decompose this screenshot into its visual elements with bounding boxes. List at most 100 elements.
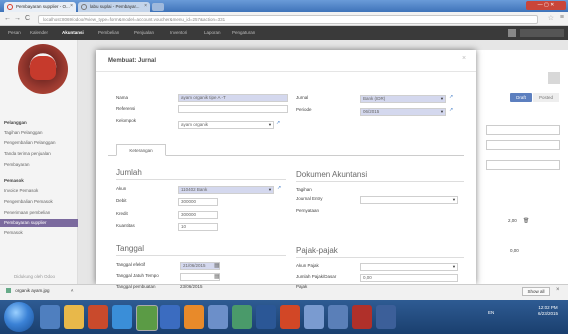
browser-menu-icon[interactable]: ≡ bbox=[560, 14, 564, 21]
background-amount: 0,00 bbox=[510, 248, 519, 253]
download-item[interactable]: organik ayam.jpg ˄ bbox=[6, 288, 74, 294]
pdf-icon[interactable] bbox=[352, 305, 372, 329]
nama-input[interactable]: ayam organik tipe A -T bbox=[178, 94, 288, 102]
sidebar-item[interactable]: Pemasok bbox=[4, 230, 23, 235]
debit-input[interactable]: 300000 bbox=[178, 198, 218, 206]
jurnal-select[interactable]: Bank (IDR) bbox=[360, 95, 446, 103]
akun-select[interactable]: 110402 Bank bbox=[178, 186, 274, 194]
calendar-icon[interactable]: ▦ bbox=[214, 273, 220, 280]
dropdown-arrow-icon[interactable]: ▼ bbox=[452, 264, 456, 269]
section-divider bbox=[296, 257, 464, 258]
sidebar-item[interactable]: Pengembalian Pelanggan bbox=[4, 140, 56, 145]
system-tray[interactable]: EN bbox=[488, 310, 494, 315]
field-label: Tanggal efektif bbox=[116, 262, 146, 267]
media-player-icon[interactable] bbox=[88, 305, 108, 329]
dropdown-arrow-icon[interactable]: ▼ bbox=[440, 109, 444, 114]
powered-by[interactable]: Didukung oleh Odoo bbox=[14, 274, 55, 279]
url-field[interactable]: localhost:8069/odoo/#view_type=form&mode… bbox=[38, 15, 538, 24]
field-label: Tagihan bbox=[296, 187, 312, 192]
download-filename: organik ayam.jpg bbox=[15, 288, 50, 293]
clock-date: 6/23/2015 bbox=[538, 311, 559, 316]
app-icon[interactable] bbox=[208, 305, 228, 329]
browser-tab-active[interactable]: Pembayaran supplier - O... × bbox=[4, 2, 76, 12]
sidebar-item[interactable]: Tagihan Pelanggan bbox=[4, 130, 43, 135]
kredit-input[interactable]: 300000 bbox=[178, 211, 218, 219]
dropdown-arrow-icon[interactable]: ▼ bbox=[452, 197, 456, 202]
powerpoint-icon[interactable] bbox=[280, 305, 300, 329]
external-link-icon[interactable]: ↗ bbox=[276, 120, 280, 126]
dropdown-arrow-icon[interactable]: ▼ bbox=[268, 187, 272, 192]
topmenu-item[interactable]: Laporan bbox=[204, 30, 221, 35]
external-link-icon[interactable]: ↗ bbox=[277, 185, 281, 191]
sidebar-item-active[interactable]: Pembayaran supplier bbox=[0, 219, 78, 227]
view-switch-icon[interactable] bbox=[548, 72, 560, 84]
user-menu[interactable] bbox=[520, 29, 564, 37]
close-icon[interactable]: × bbox=[462, 55, 466, 62]
kuantitas-input[interactable]: 10 bbox=[178, 223, 218, 231]
firefox-icon[interactable] bbox=[184, 305, 204, 329]
window-controls[interactable]: — ▢ ✕ bbox=[526, 1, 566, 10]
tab-keterangan[interactable]: Keterangan bbox=[116, 144, 166, 156]
chrome-icon[interactable] bbox=[136, 305, 158, 331]
topmenu-item[interactable]: Pengaturan bbox=[232, 30, 255, 35]
sidebar-item[interactable]: Tanda terima penjualan bbox=[4, 151, 51, 156]
topmenu-item[interactable]: Inventori bbox=[170, 30, 187, 35]
section-title-tanggal: Tanggal bbox=[116, 244, 145, 253]
downloads-bar bbox=[0, 284, 568, 300]
reload-icon[interactable]: C bbox=[25, 15, 30, 23]
jumlah-pajak-input[interactable]: 0,00 bbox=[360, 274, 458, 282]
topmenu-item[interactable]: Penjualan bbox=[134, 30, 154, 35]
start-button[interactable] bbox=[4, 302, 34, 332]
forward-icon[interactable]: → bbox=[14, 15, 21, 23]
new-tab-button[interactable] bbox=[152, 3, 164, 11]
close-tab-icon[interactable]: × bbox=[70, 3, 73, 9]
clock[interactable]: 12:02 PM 6/23/2015 bbox=[538, 305, 558, 317]
topmenu-item[interactable]: Pesan bbox=[8, 30, 21, 35]
chevron-up-icon[interactable]: ˄ bbox=[71, 288, 74, 293]
sidebar-item[interactable]: Pengembalian Pemasok bbox=[4, 199, 53, 204]
kelompok-select[interactable]: ayam organik bbox=[178, 121, 274, 129]
app-icon[interactable] bbox=[304, 305, 324, 329]
section-title-jumlah: Jumlah bbox=[116, 168, 142, 177]
calendar-icon[interactable]: ▦ bbox=[214, 262, 220, 269]
modal-title: Membuat: Jurnal bbox=[108, 58, 157, 64]
field-label: Akun bbox=[116, 186, 127, 191]
sidebar-item[interactable]: Penerimaan pembelian bbox=[4, 210, 50, 215]
chat-icon[interactable] bbox=[508, 29, 516, 37]
field-label: Nama bbox=[116, 95, 129, 100]
dropdown-arrow-icon[interactable]: ▼ bbox=[268, 122, 272, 127]
referensi-input[interactable] bbox=[178, 105, 288, 113]
back-icon[interactable]: ← bbox=[4, 15, 11, 23]
browser-tab[interactable]: labu suplai - Pembayar... × bbox=[78, 2, 150, 12]
close-tab-icon[interactable]: × bbox=[144, 3, 147, 9]
close-icon[interactable]: × bbox=[556, 287, 560, 293]
show-all-button[interactable]: Show all bbox=[522, 287, 550, 296]
explorer-icon[interactable] bbox=[40, 305, 60, 329]
app-icon[interactable] bbox=[160, 305, 180, 329]
topmenu-item-active[interactable]: Akuntansi bbox=[62, 30, 84, 35]
external-link-icon[interactable]: ↗ bbox=[449, 107, 453, 113]
app-icon[interactable] bbox=[376, 305, 396, 329]
section-title-dokumen-akuntansi: Dokumen Akuntansi bbox=[296, 170, 368, 179]
app-icon[interactable] bbox=[232, 305, 252, 329]
folder-icon[interactable] bbox=[64, 305, 84, 329]
tanggal-pembuatan-value: 23/06/2015 bbox=[180, 284, 203, 289]
topmenu-item[interactable]: Kalender bbox=[30, 30, 48, 35]
trash-icon[interactable]: 🗑 bbox=[523, 218, 529, 224]
periode-select[interactable]: 06/2015 bbox=[360, 108, 446, 116]
sidebar-heading-pelanggan: Pelanggan bbox=[4, 120, 27, 125]
status-draft[interactable]: Draft bbox=[510, 93, 532, 102]
ie-icon[interactable] bbox=[112, 305, 132, 329]
app-icon[interactable] bbox=[328, 305, 348, 329]
bookmark-star-icon[interactable]: ☆ bbox=[548, 14, 554, 22]
sidebar-item[interactable]: Invoice Pemasok bbox=[4, 188, 38, 193]
word-icon[interactable] bbox=[256, 305, 276, 329]
status-posted[interactable]: Posted bbox=[533, 93, 559, 102]
topmenu-item[interactable]: Pembelian bbox=[98, 30, 119, 35]
sidebar-item[interactable]: Pembayaran bbox=[4, 162, 30, 167]
journal-entry-select[interactable] bbox=[360, 196, 458, 204]
dropdown-arrow-icon[interactable]: ▼ bbox=[440, 96, 444, 101]
field-label: Kelompok bbox=[116, 118, 137, 123]
akun-pajak-select[interactable] bbox=[360, 263, 458, 271]
external-link-icon[interactable]: ↗ bbox=[449, 94, 453, 100]
